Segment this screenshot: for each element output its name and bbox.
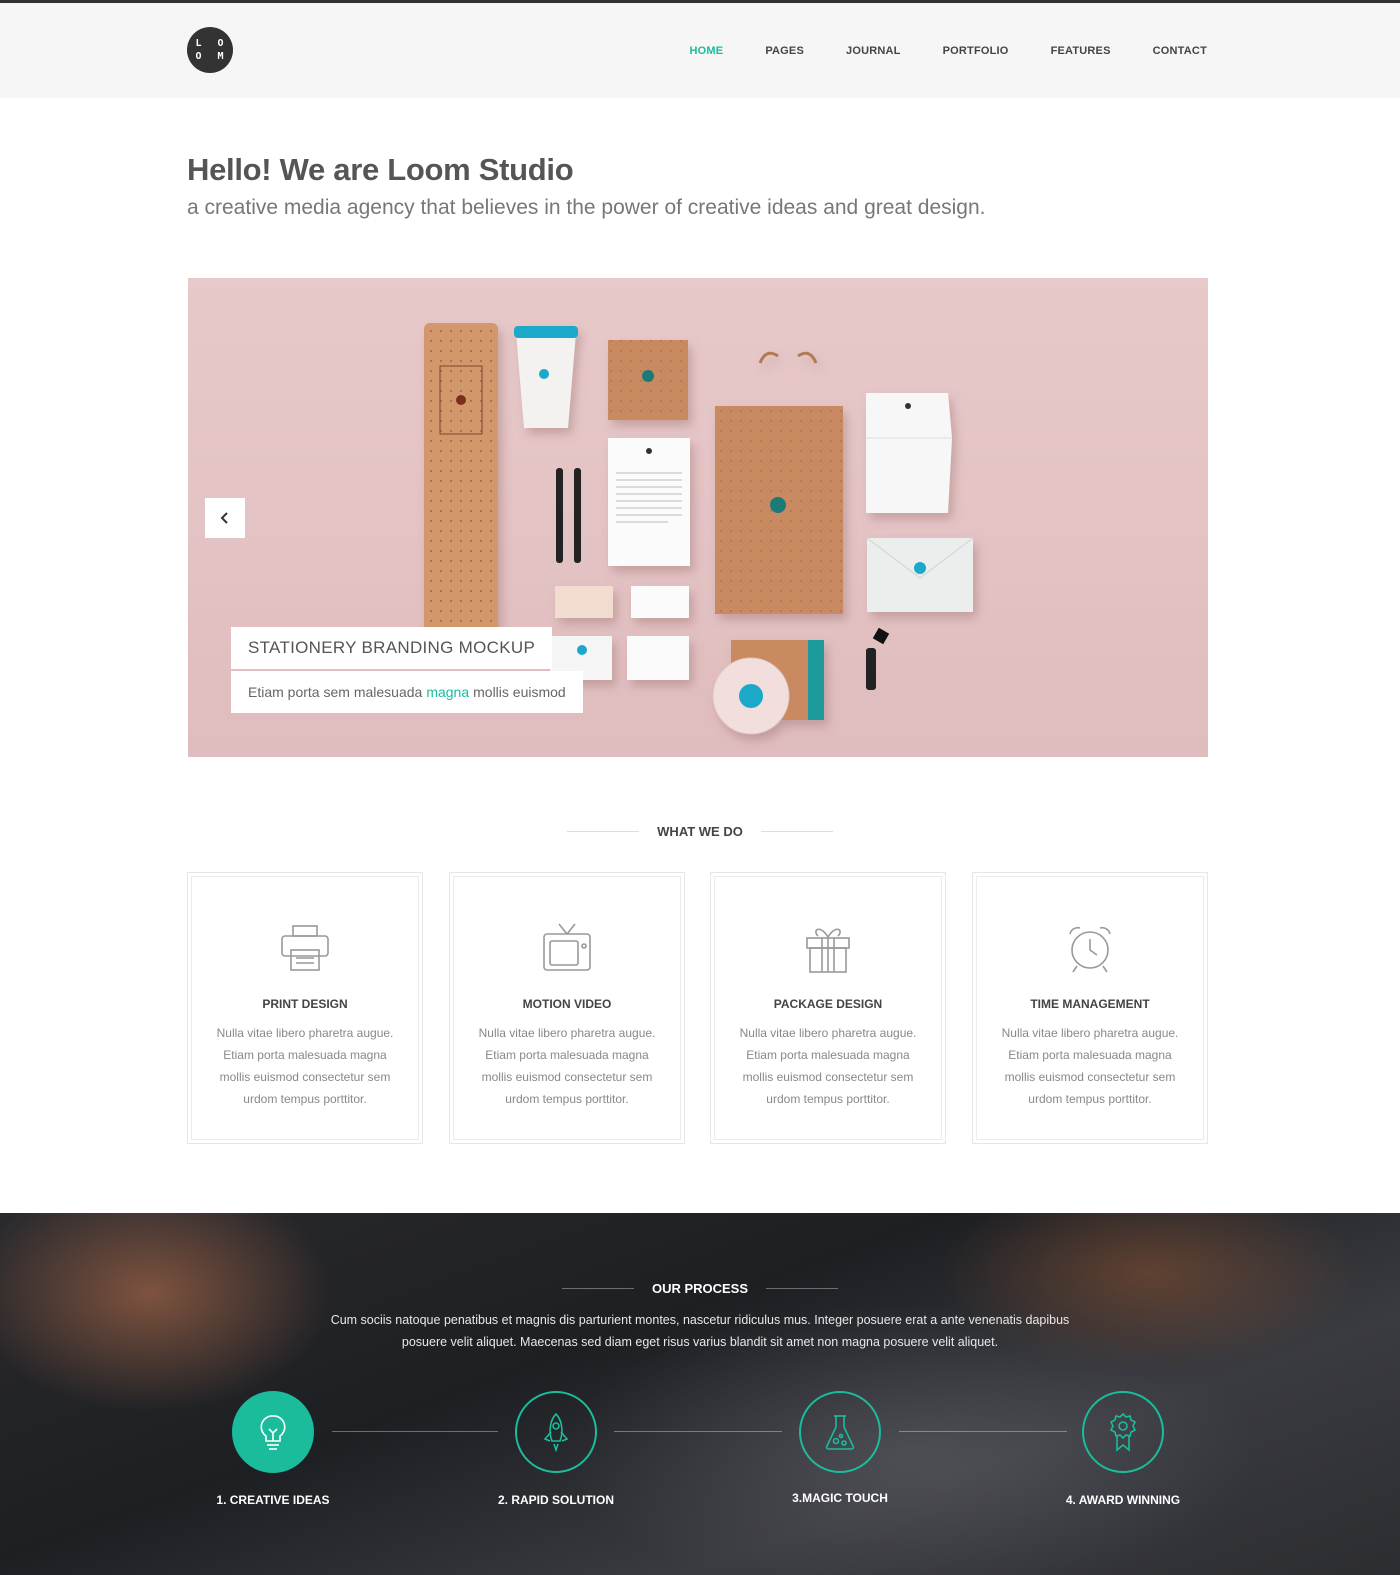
logo-line-1: L O xyxy=(195,38,229,49)
slider-prev-button[interactable] xyxy=(205,498,245,538)
alarm-clock-icon xyxy=(1064,922,1116,979)
step-connector xyxy=(899,1431,1067,1432)
tv-icon xyxy=(541,922,593,979)
process-step-rapid-solution[interactable]: 2. RAPID SOLUTION xyxy=(476,1391,636,1507)
service-card-inner: MOTION VIDEO Nulla vitae libero pharetra… xyxy=(453,876,681,1140)
service-card-inner: PRINT DESIGN Nulla vitae libero pharetra… xyxy=(191,876,419,1140)
service-description: Nulla vitae libero pharetra augue. Etiam… xyxy=(739,1026,917,1106)
what-we-do-heading: WHAT WE DO xyxy=(0,824,1400,839)
service-card-motion-video[interactable]: MOTION VIDEO Nulla vitae libero pharetra… xyxy=(449,872,685,1144)
caption-highlight-link[interactable]: magna xyxy=(426,684,469,700)
heading-divider-left xyxy=(567,831,640,832)
service-card-inner: PACKAGE DESIGN Nulla vitae libero pharet… xyxy=(714,876,942,1140)
process-step-creative-ideas[interactable]: 1. CREATIVE IDEAS xyxy=(193,1391,353,1507)
nav-portfolio[interactable]: PORTFOLIO xyxy=(943,45,1009,57)
award-icon xyxy=(1109,1412,1137,1452)
step-circle[interactable] xyxy=(1082,1391,1164,1473)
nav-journal[interactable]: JOURNAL xyxy=(846,45,901,57)
nav-features[interactable]: FEATURES xyxy=(1051,45,1111,57)
process-heading: OUR PROCESS xyxy=(0,1281,1400,1296)
caption-text-start: Etiam porta sem malesuada xyxy=(248,684,423,700)
service-description: Nulla vitae libero pharetra augue. Etiam… xyxy=(478,1026,656,1106)
lightbulb-icon xyxy=(260,1415,286,1450)
nav-home[interactable]: HOME xyxy=(690,45,724,57)
logo[interactable]: L O O M xyxy=(187,27,233,73)
step-circle[interactable] xyxy=(515,1391,597,1473)
step-connector xyxy=(614,1431,782,1432)
step-circle[interactable] xyxy=(799,1391,881,1473)
slide-caption-title: STATIONERY BRANDING MOCKUP xyxy=(231,627,553,669)
caption-text-end: mollis euismod xyxy=(473,684,566,700)
process-description: Cum sociis natoque penatibus et magnis d… xyxy=(330,1313,1070,1349)
hero-slider: STATIONERY BRANDING MOCKUP Etiam porta s… xyxy=(188,278,1208,757)
gift-icon xyxy=(802,922,854,979)
process-step-magic-touch[interactable]: 3.MAGIC TOUCH xyxy=(760,1391,920,1505)
service-card-print-design[interactable]: PRINT DESIGN Nulla vitae libero pharetra… xyxy=(187,872,423,1144)
process-section: OUR PROCESS Cum sociis natoque penatibus… xyxy=(0,1213,1400,1575)
site-header: L O O M HOME PAGES JOURNAL PORTFOLIO FEA… xyxy=(0,3,1400,98)
printer-icon xyxy=(279,922,331,979)
heading-divider-right xyxy=(766,1288,839,1289)
service-title: PACKAGE DESIGN xyxy=(773,997,883,1011)
hero-title: Hello! We are Loom Studio xyxy=(187,152,574,187)
service-card-package-design[interactable]: PACKAGE DESIGN Nulla vitae libero pharet… xyxy=(710,872,946,1144)
process-title: OUR PROCESS xyxy=(651,1281,749,1296)
what-we-do-title: WHAT WE DO xyxy=(657,824,743,839)
step-label: 3.MAGIC TOUCH xyxy=(792,1491,888,1505)
chevron-left-icon xyxy=(220,512,228,524)
service-description: Nulla vitae libero pharetra augue. Etiam… xyxy=(216,1026,394,1106)
step-label: 1. CREATIVE IDEAS xyxy=(216,1493,330,1507)
hero-subtitle: a creative media agency that believes in… xyxy=(187,196,986,219)
slide-caption-text: Etiam porta sem malesuada magna mollis e… xyxy=(231,671,583,713)
logo-line-2: O M xyxy=(195,51,229,62)
service-title: PRINT DESIGN xyxy=(262,997,348,1011)
main-nav: HOME PAGES JOURNAL PORTFOLIO FEATURES CO… xyxy=(648,45,1208,57)
nav-contact[interactable]: CONTACT xyxy=(1153,45,1207,57)
service-card-inner: TIME MANAGEMENT Nulla vitae libero phare… xyxy=(976,876,1204,1140)
service-title: MOTION VIDEO xyxy=(522,997,612,1011)
service-card-time-management[interactable]: TIME MANAGEMENT Nulla vitae libero phare… xyxy=(972,872,1208,1144)
nav-pages[interactable]: PAGES xyxy=(765,45,804,57)
heading-divider-left xyxy=(561,1288,634,1289)
rocket-icon xyxy=(543,1412,569,1452)
flask-icon xyxy=(825,1415,855,1450)
step-label: 2. RAPID SOLUTION xyxy=(497,1493,614,1507)
step-circle[interactable] xyxy=(232,1391,314,1473)
step-label: 4. AWARD WINNING xyxy=(1065,1493,1181,1507)
process-step-award-winning[interactable]: 4. AWARD WINNING xyxy=(1043,1391,1203,1507)
step-connector xyxy=(332,1431,498,1432)
heading-divider-right xyxy=(760,831,833,832)
service-description: Nulla vitae libero pharetra augue. Etiam… xyxy=(1001,1026,1179,1106)
service-title: TIME MANAGEMENT xyxy=(1030,997,1150,1011)
